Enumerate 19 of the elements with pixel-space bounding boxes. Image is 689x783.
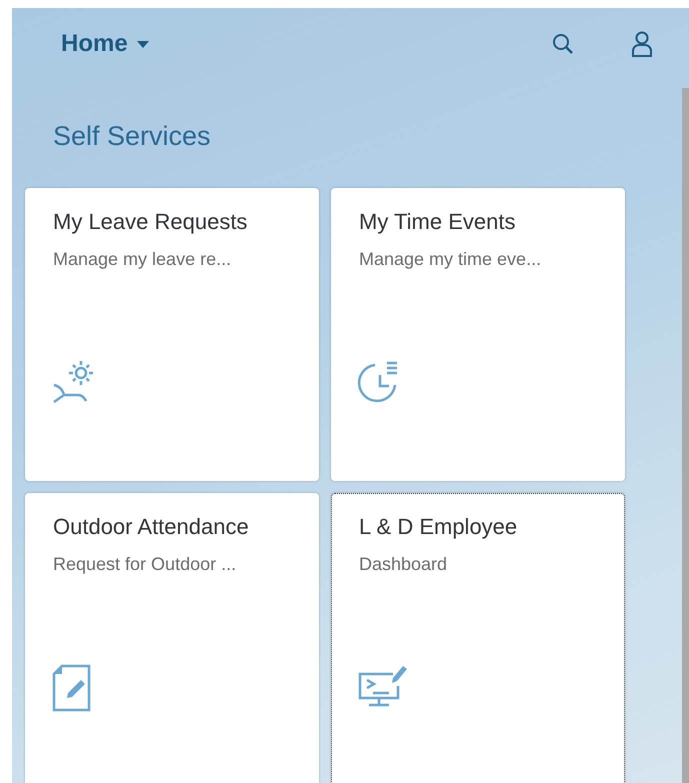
app-tile[interactable]: My Time Events Manage my time eve... xyxy=(331,188,625,481)
app-tile[interactable]: My Leave Requests Manage my leave re... xyxy=(25,188,319,481)
tile-title: L & D Employee xyxy=(359,514,518,540)
tile-title: Outdoor Attendance xyxy=(53,514,250,540)
caret-icon xyxy=(136,40,150,48)
app-tile[interactable]: Outdoor Attendance Request for Outdoor ... xyxy=(25,493,319,783)
user-icon[interactable] xyxy=(631,31,653,57)
monitor-pen-icon xyxy=(357,664,409,708)
tile-subtitle: Dashboard xyxy=(359,554,448,575)
app-tile[interactable]: L & D Employee Dashboard xyxy=(331,493,625,783)
home-menu-button[interactable]: Home xyxy=(61,30,150,58)
tile-subtitle: Manage my leave re... xyxy=(53,249,232,270)
tile-title: My Time Events xyxy=(359,209,516,235)
tile-title: My Leave Requests xyxy=(53,209,248,235)
search-icon[interactable] xyxy=(552,33,574,55)
tile-subtitle: Request for Outdoor ... xyxy=(53,554,238,575)
scrollbar[interactable] xyxy=(682,88,689,783)
group-title: Self Services xyxy=(52,120,212,148)
tile-subtitle: Manage my time eve... xyxy=(359,249,542,270)
